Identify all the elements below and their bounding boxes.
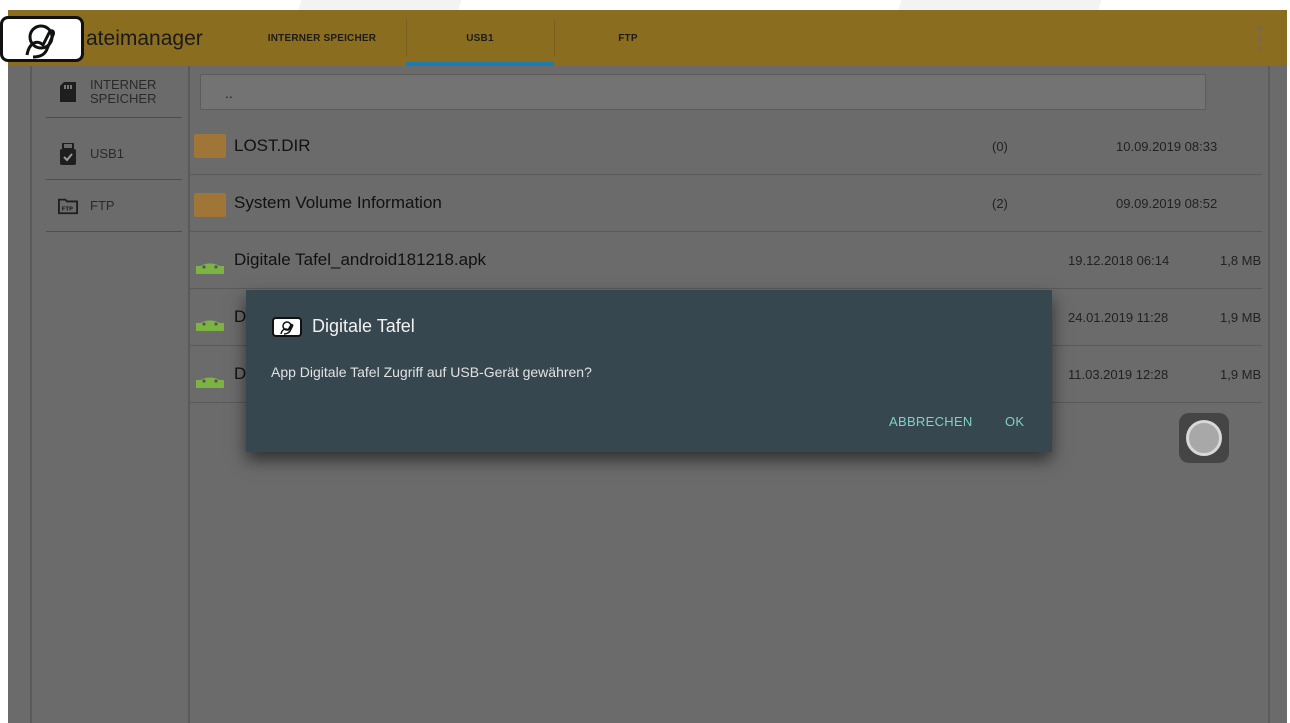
app-bar: ateimanager INTERNER SPEICHER USB1 FTP — [8, 10, 1287, 66]
svg-text:FTP: FTP — [62, 206, 73, 212]
sidebar-item-interner-speicher[interactable]: INTERNER SPEICHER — [46, 66, 182, 118]
usb-permission-dialog: Digitale Tafel App Digitale Tafel Zugrif… — [246, 290, 1052, 452]
file-size: 1,8 MB — [1220, 252, 1262, 268]
digitale-tafel-logo — [0, 16, 84, 62]
ok-button[interactable]: OK — [1005, 414, 1024, 429]
cancel-button[interactable]: ABBRECHEN — [889, 414, 973, 429]
ftp-icon: FTP — [58, 196, 78, 216]
modified-date: 10.09.2019 08:33 — [1116, 138, 1218, 154]
parent-directory-label: .. — [225, 85, 233, 101]
folder-icon — [194, 134, 226, 158]
background-stripe — [298, 0, 462, 10]
parent-directory-row[interactable]: .. — [200, 74, 1206, 110]
tab-usb1[interactable]: USB1 — [406, 10, 554, 66]
tab-label: INTERNER SPEICHER — [267, 32, 377, 44]
item-count: (2) — [992, 195, 1008, 211]
file-size: 1,9 MB — [1220, 309, 1262, 325]
sidebar-item-label: USB1 — [90, 145, 124, 161]
file-size: 1,9 MB — [1220, 366, 1262, 382]
modified-date: 19.12.2018 06:14 — [1068, 252, 1170, 268]
android-icon — [194, 360, 226, 388]
file-name: D — [234, 364, 247, 383]
android-screen: ateimanager INTERNER SPEICHER USB1 FTP I… — [8, 10, 1287, 723]
app-title: ateimanager — [86, 27, 203, 50]
background-stripe — [898, 0, 1102, 10]
modified-date: 09.09.2019 08:52 — [1116, 195, 1218, 211]
usb-drive-icon — [58, 142, 78, 165]
modified-date: 24.01.2019 11:28 — [1068, 309, 1169, 325]
file-name: Digitale Tafel_android181218.apk — [234, 250, 487, 269]
folder-icon — [194, 193, 226, 217]
hand-touch-icon — [272, 317, 302, 337]
overflow-menu-icon[interactable] — [1257, 26, 1263, 50]
tab-interner-speicher[interactable]: INTERNER SPEICHER — [238, 10, 406, 66]
table-row[interactable]: Digitale Tafel_android181218.apk 19.12.2… — [190, 232, 1262, 289]
sd-card-icon — [58, 81, 78, 102]
assistive-touch-icon — [1186, 420, 1222, 456]
label-line: SPEICHER — [90, 90, 157, 106]
sidebar-item-label: INTERNER SPEICHER — [90, 76, 157, 106]
dialog-message: App Digitale Tafel Zugriff auf USB-Gerät… — [271, 364, 592, 380]
file-name: LOST.DIR — [234, 136, 311, 155]
floating-assistive-button[interactable] — [1179, 413, 1229, 463]
sidebar: INTERNER SPEICHER USB1 FTP FTP — [30, 66, 190, 723]
tab-label: USB1 — [466, 32, 494, 44]
screen-edge — [1268, 66, 1270, 723]
modified-date: 11.03.2019 12:28 — [1068, 366, 1169, 382]
tab-label: FTP — [618, 32, 638, 44]
file-name: System Volume Information — [234, 193, 442, 212]
table-row[interactable]: System Volume Information (2) 09.09.2019… — [190, 175, 1262, 232]
table-row[interactable]: LOST.DIR (0) 10.09.2019 08:33 — [190, 118, 1262, 175]
sidebar-item-label: FTP — [90, 197, 115, 213]
sidebar-item-usb1[interactable]: USB1 — [46, 128, 182, 180]
label-line: INTERNER — [90, 76, 157, 92]
hand-touch-icon — [25, 24, 55, 59]
android-icon — [194, 303, 226, 331]
sidebar-item-ftp[interactable]: FTP FTP — [46, 180, 182, 232]
item-count: (0) — [992, 138, 1008, 154]
tab-ftp[interactable]: FTP — [554, 10, 702, 66]
android-icon — [194, 246, 226, 274]
file-name: D — [234, 307, 247, 326]
dialog-title: Digitale Tafel — [312, 316, 415, 336]
